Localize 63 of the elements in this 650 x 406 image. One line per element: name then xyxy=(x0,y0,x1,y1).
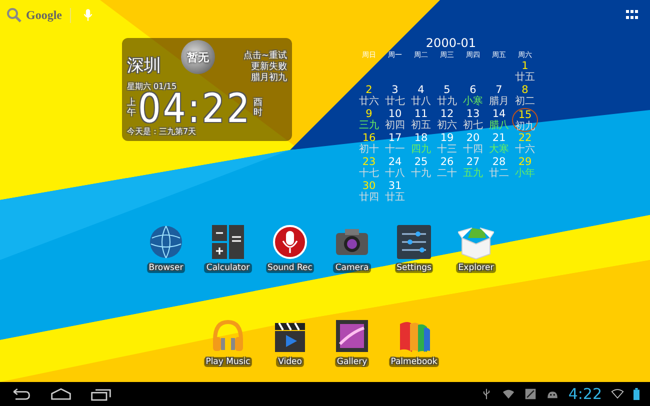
calendar-day[interactable]: 27 五九 xyxy=(460,156,486,180)
clock-time: 04:22 xyxy=(138,92,252,126)
wifi-signal-icon xyxy=(611,388,624,400)
calendar-day[interactable]: 18 四九 xyxy=(408,132,434,156)
app-shortcut[interactable]: Browser xyxy=(142,224,190,273)
calendar-month-title: 2000-01 xyxy=(426,36,476,50)
app-shortcut[interactable]: Palmebook xyxy=(390,318,438,367)
calendar-day[interactable]: 12 初六 xyxy=(434,108,460,132)
picture-icon xyxy=(334,318,370,354)
calendar-day[interactable]: 7 腊月 xyxy=(486,84,512,108)
image-icon xyxy=(524,388,538,400)
app-shortcut[interactable]: Video xyxy=(266,318,314,367)
home-icon[interactable] xyxy=(50,388,72,400)
season-note: 今天是：三九第7天 xyxy=(127,126,198,137)
app-shortcut[interactable]: Gallery xyxy=(328,318,376,367)
app-shortcut[interactable]: Camera xyxy=(328,224,376,273)
calendar-day[interactable]: 16 初十 xyxy=(356,132,382,156)
calendar-day[interactable]: 15 初九 xyxy=(512,108,538,132)
app-shortcut[interactable]: Settings xyxy=(390,224,438,273)
app-shortcut[interactable]: Sound Rec xyxy=(266,224,314,273)
app-shortcut[interactable]: Play Music xyxy=(204,318,252,367)
calendar-day[interactable]: 4 廿八 xyxy=(408,84,434,108)
calendar-day[interactable]: 19 十三 xyxy=(434,132,460,156)
calculator-icon xyxy=(210,224,246,260)
city-name: 深圳 xyxy=(127,55,162,77)
globe-icon xyxy=(148,224,184,260)
calendar-day[interactable]: 31 廿五 xyxy=(382,180,408,204)
recent-apps-icon[interactable] xyxy=(90,388,112,400)
weather-status-text: 更新失败 xyxy=(251,62,287,72)
weather-status-text: 腊月初九 xyxy=(251,73,287,84)
calendar-day[interactable]: 2 廿六 xyxy=(356,84,382,108)
calendar-day[interactable]: 25 十九 xyxy=(408,156,434,180)
calendar-day[interactable]: 21 大寒 xyxy=(486,132,512,156)
status-clock: 4:22 xyxy=(568,385,602,403)
calendar-day[interactable]: 11 初五 xyxy=(408,108,434,132)
hour-name-text: 酉时 xyxy=(254,99,263,119)
microphone-icon xyxy=(272,224,308,260)
calendar-day[interactable]: 28 廿二 xyxy=(486,156,512,180)
calendar-day[interactable]: 13 初七 xyxy=(460,108,486,132)
calendar-day[interactable]: 5 廿九 xyxy=(434,84,460,108)
calendar-day[interactable]: 6 小寒 xyxy=(460,84,486,108)
date-text: 星期六 01/15 xyxy=(127,81,178,92)
app-shortcut[interactable]: Explorer xyxy=(452,224,500,273)
calendar-day[interactable]: 17 十一 xyxy=(382,132,408,156)
battery-icon xyxy=(633,388,640,400)
calendar-day[interactable]: 3 廿七 xyxy=(382,84,408,108)
wifi-icon xyxy=(502,388,516,400)
headphones-icon xyxy=(210,318,246,354)
app-grid-icon[interactable] xyxy=(626,10,638,20)
google-label: Google xyxy=(26,8,71,22)
calendar-day[interactable]: 8 初二 xyxy=(512,84,538,108)
calendar-day[interactable]: 20 十四 xyxy=(460,132,486,156)
am-pm-text: 上午 xyxy=(127,99,136,119)
calendar-day[interactable]: 1 廿五 xyxy=(512,60,538,84)
calendar-day[interactable]: 26 二十 xyxy=(434,156,460,180)
google-search-bar[interactable]: Google xyxy=(6,7,93,23)
search-icon xyxy=(6,7,22,23)
sliders-icon xyxy=(396,224,432,260)
calendar-day[interactable]: 10 初四 xyxy=(382,108,408,132)
calendar-day[interactable]: 24 十八 xyxy=(382,156,408,180)
calendar-day[interactable]: 9 三九 xyxy=(356,108,382,132)
app-shortcut[interactable]: Calculator xyxy=(204,224,252,273)
weather-status-text: 点击~重试 xyxy=(243,51,287,62)
